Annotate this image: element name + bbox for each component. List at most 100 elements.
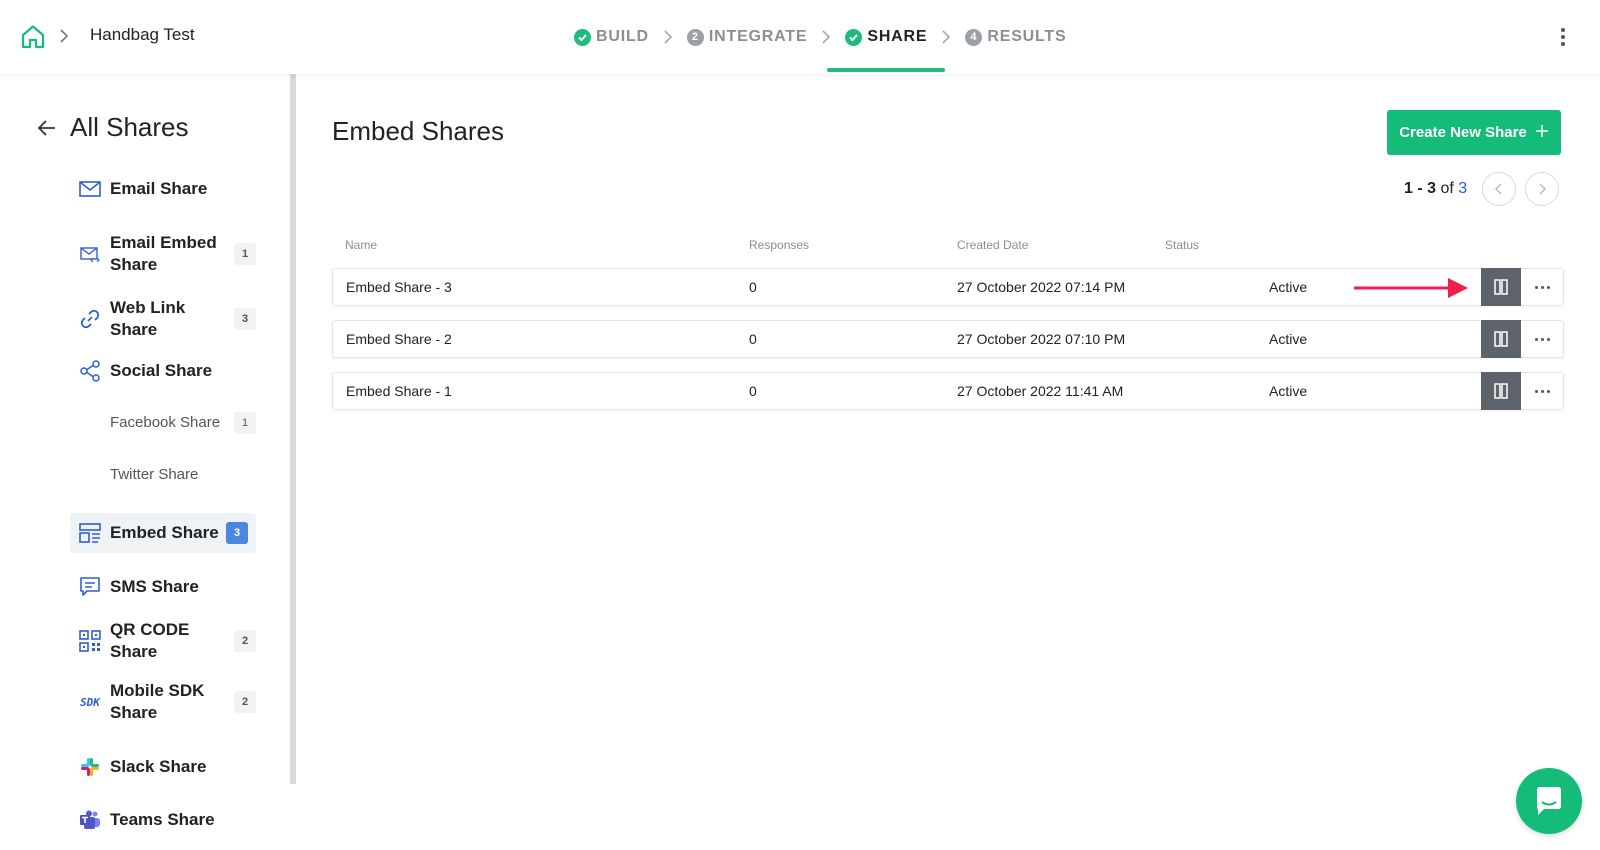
- count-badge: 1: [234, 412, 256, 434]
- mail-code-icon: [78, 242, 102, 266]
- arrow-left-icon: [36, 117, 58, 139]
- chevron-right-icon: [58, 28, 70, 49]
- more-horizontal-icon[interactable]: [1521, 321, 1563, 357]
- back-to-all-shares[interactable]: All Shares: [36, 112, 189, 143]
- table-row[interactable]: Embed Share - 1 0 27 October 2022 11:41 …: [332, 372, 1564, 410]
- share-created-date: 27 October 2022 07:14 PM: [957, 279, 1126, 295]
- step-label: BUILD: [596, 28, 649, 45]
- sidebar-title: All Shares: [70, 112, 189, 142]
- table-row[interactable]: Embed Share - 2 0 27 October 2022 07:10 …: [332, 320, 1564, 358]
- sidebar-item-sms-share[interactable]: SMS Share: [70, 575, 256, 599]
- step-label: RESULTS: [987, 28, 1067, 45]
- share-created-date: 27 October 2022 11:41 AM: [957, 383, 1124, 399]
- sidebar-item-slack-share[interactable]: Slack Share: [70, 755, 256, 779]
- share-responses: 0: [749, 279, 757, 295]
- sidebar-item-label: Web Link Share: [110, 298, 186, 339]
- sidebar-item-label: Email Share: [110, 179, 208, 198]
- step-label: SHARE: [867, 28, 928, 45]
- chat-button[interactable]: [1516, 768, 1582, 834]
- link-icon: [78, 307, 102, 331]
- sidebar-item-label: Facebook Share: [110, 414, 221, 431]
- sidebar-item-label: Slack Share: [110, 757, 207, 776]
- count-badge: 2: [234, 630, 256, 652]
- share-nodes-icon: [78, 359, 102, 383]
- count-badge: 3: [226, 522, 248, 544]
- count-badge: 3: [234, 308, 256, 330]
- sidebar-item-teams-share[interactable]: Teams Share: [70, 808, 256, 832]
- embed-code-button[interactable]: [1481, 268, 1521, 306]
- sidebar-item-social-share[interactable]: Social Share: [70, 359, 256, 383]
- slack-icon: [78, 755, 102, 779]
- column-header-created-date: Created Date: [957, 238, 1029, 252]
- step-share[interactable]: SHARE: [827, 0, 946, 74]
- count-badge: 2: [234, 691, 256, 713]
- pagination-total: 3: [1458, 180, 1468, 197]
- home-icon[interactable]: [20, 24, 46, 50]
- mail-icon: [78, 177, 102, 201]
- check-circle-icon: [574, 28, 591, 46]
- share-name: Embed Share - 3: [346, 279, 452, 295]
- pagination-of: of: [1440, 180, 1454, 197]
- create-new-share-label: Create New Share: [1399, 124, 1527, 141]
- more-horizontal-icon[interactable]: [1521, 269, 1563, 305]
- column-header-responses: Responses: [749, 238, 810, 252]
- more-vertical-icon[interactable]: [1560, 28, 1566, 46]
- sidebar-item-label: Mobile SDK Share: [110, 681, 205, 722]
- step-build[interactable]: BUILD: [574, 0, 649, 74]
- more-horizontal-icon[interactable]: [1521, 373, 1563, 409]
- chevron-right-icon: [649, 30, 687, 44]
- next-page-button[interactable]: [1525, 172, 1559, 206]
- share-responses: 0: [749, 331, 757, 347]
- pagination-range: 1 - 3: [1404, 180, 1437, 197]
- count-badge: 1: [234, 243, 256, 265]
- sidebar-item-facebook-share[interactable]: Facebook Share 1: [70, 412, 256, 434]
- share-responses: 0: [749, 383, 757, 399]
- share-status: Active: [1269, 383, 1308, 399]
- teams-icon: [78, 808, 102, 832]
- sidebar-item-label: QR CODE Share: [110, 620, 190, 661]
- chevron-right-icon: [1539, 183, 1547, 195]
- sidebar-item-label: Twitter Share: [110, 466, 199, 483]
- sidebar-item-email-share[interactable]: Email Share: [70, 177, 256, 201]
- wizard-steps: BUILD 2 INTEGRATE SHARE 4 RESULTS: [574, 0, 1066, 74]
- chat-bubble-icon: [1537, 787, 1561, 815]
- sidebar-scrollbar[interactable]: [290, 74, 296, 784]
- chevron-left-icon: [1494, 183, 1502, 195]
- columns-icon: [1494, 383, 1508, 399]
- embed-layout-icon: [78, 521, 102, 545]
- message-icon: [78, 575, 102, 599]
- sidebar-item-label: Embed Share: [110, 523, 219, 542]
- sidebar-item-email-embed-share[interactable]: Email Embed Share 1: [70, 231, 256, 277]
- sidebar-item-qr-code-share[interactable]: QR CODE Share 2: [70, 620, 256, 661]
- column-header-name: Name: [345, 238, 378, 252]
- pagination-summary: 1 - 3 of 3: [1404, 180, 1467, 198]
- project-name[interactable]: Handbag Test: [90, 25, 195, 45]
- sidebar-item-web-link-share[interactable]: Web Link Share 3: [70, 298, 256, 339]
- check-circle-icon: [845, 28, 863, 46]
- embed-code-button[interactable]: [1481, 320, 1521, 358]
- column-header-status: Status: [1165, 238, 1200, 252]
- step-number: 2: [686, 28, 704, 46]
- share-name: Embed Share - 2: [346, 331, 452, 347]
- sdk-icon: SDK: [80, 695, 100, 709]
- create-new-share-button[interactable]: Create New Share: [1387, 110, 1561, 155]
- chevron-right-icon: [807, 30, 845, 44]
- qr-code-icon: [78, 629, 102, 653]
- annotation-arrow-icon: [1352, 275, 1472, 306]
- step-integrate[interactable]: 2 INTEGRATE: [686, 0, 808, 74]
- share-name: Embed Share - 1: [346, 383, 452, 399]
- sidebar-item-label: SMS Share: [110, 577, 199, 596]
- step-number: 4: [965, 28, 983, 46]
- sidebar-item-mobile-sdk-share[interactable]: SDK Mobile SDK Share 2: [70, 679, 256, 725]
- sidebar-item-embed-share[interactable]: Embed Share 3: [70, 513, 256, 553]
- sidebar-item-twitter-share[interactable]: Twitter Share: [70, 464, 256, 486]
- plus-icon: [1535, 124, 1549, 142]
- sidebar-item-label: Teams Share: [110, 810, 215, 829]
- columns-icon: [1494, 279, 1508, 295]
- step-results[interactable]: 4 RESULTS: [965, 0, 1066, 74]
- sidebar-item-label: Social Share: [110, 361, 213, 380]
- previous-page-button[interactable]: [1482, 172, 1516, 206]
- sidebar-item-label: Email Embed Share: [110, 233, 217, 274]
- embed-code-button[interactable]: [1481, 372, 1521, 410]
- step-label: INTEGRATE: [708, 28, 808, 45]
